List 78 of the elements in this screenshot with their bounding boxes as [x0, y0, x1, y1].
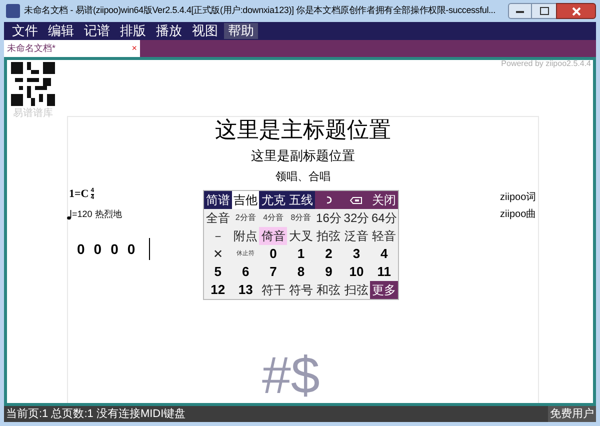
keypad-key[interactable]: 泛音 [342, 227, 370, 245]
mode-tab[interactable]: 五线 [287, 191, 315, 209]
close-button[interactable] [556, 3, 596, 19]
keypad-key[interactable]: 全音 [204, 209, 232, 227]
menu-item[interactable]: 编辑 [44, 23, 78, 39]
status-text: 当前页:1 总页数:1 没有连接MIDI键盘 [5, 406, 186, 422]
performers-text: 领唱、合唱 [276, 168, 330, 184]
menu-item[interactable]: 视图 [188, 23, 222, 39]
powered-by-text: Powered by ziipoo2.5.4.4 [501, 60, 591, 70]
mode-tab[interactable]: 简谱 [204, 191, 232, 209]
keypad-key[interactable]: 扫弦 [342, 281, 370, 299]
keypad-key[interactable]: 轻音 [370, 227, 398, 245]
app-icon [6, 4, 20, 18]
quarter-note-icon [67, 210, 72, 220]
keypad-key[interactable]: 和弦 [314, 281, 343, 299]
menu-item[interactable]: 排版 [116, 23, 150, 39]
keypad-key[interactable]: 8 [287, 263, 315, 281]
undo-icon [326, 196, 332, 204]
keypad-key[interactable]: 12 [204, 281, 232, 299]
minimize-button[interactable] [508, 3, 532, 19]
keypad-key[interactable]: 大叉 [287, 227, 315, 245]
note: 0 [110, 240, 118, 258]
keypad-key[interactable]: ✕ [204, 245, 232, 263]
keypad-key[interactable]: 13 [232, 281, 260, 299]
keypad-key[interactable]: 16分 [314, 209, 343, 227]
keypad-key[interactable]: 1 [287, 245, 315, 263]
maximize-button[interactable] [532, 3, 556, 19]
note: 0 [77, 240, 85, 258]
mode-tab[interactable]: 尤克 [259, 191, 288, 209]
note: 0 [94, 240, 102, 258]
keypad-key[interactable]: 2 [314, 245, 343, 263]
lyricist-text: ziipoo词 [500, 191, 536, 205]
score-title: 这里是主标题位置 [215, 117, 391, 145]
qr-code-icon [11, 62, 55, 106]
key-signature: 1=C [69, 187, 89, 202]
menu-item[interactable]: 帮助 [224, 23, 258, 39]
score-subtitle: 这里是副标题位置 [251, 148, 355, 166]
minimize-icon [516, 10, 524, 12]
backspace-icon [350, 196, 362, 204]
menu-item[interactable]: 播放 [152, 23, 186, 39]
keypad-key[interactable]: 4 [370, 245, 398, 263]
keypad-key[interactable]: 3 [342, 245, 370, 263]
menu-item[interactable]: 记谱 [80, 23, 114, 39]
keypad-key[interactable]: 符号 [287, 281, 315, 299]
keypad-key[interactable]: 符干 [259, 281, 288, 299]
background-logo: #$ [262, 350, 320, 402]
keypad-key[interactable]: 5 [204, 263, 232, 281]
keypad-key[interactable]: 8分音 [287, 209, 315, 227]
keypad-key[interactable]: 6 [232, 263, 260, 281]
keypad-key[interactable]: 32分 [342, 209, 370, 227]
keypad-key[interactable]: 2分音 [232, 209, 260, 227]
tab-close-button[interactable]: × [132, 42, 137, 56]
tempo-text: =120 热烈地 [72, 208, 122, 221]
keypad-key[interactable]: 更多 [370, 281, 398, 299]
bar-line [149, 238, 150, 260]
tab-label: 未命名文档* [7, 42, 56, 55]
keypad-key[interactable]: 附点 [232, 227, 260, 245]
close-keypad-button[interactable]: 关闭 [370, 191, 398, 209]
keypad-key[interactable]: 9 [314, 263, 343, 281]
keypad-key[interactable]: 7 [259, 263, 288, 281]
menu-item[interactable]: 文件 [8, 23, 42, 39]
document-tab[interactable]: 未命名文档* × [4, 40, 140, 57]
keypad-key[interactable]: 4分音 [259, 209, 288, 227]
keypad-key[interactable]: 倚音 [259, 227, 288, 245]
note: 0 [127, 240, 136, 258]
close-icon [572, 6, 580, 16]
composer-text: ziipoo曲 [500, 208, 536, 222]
keypad-key[interactable]: 11 [370, 263, 398, 281]
keypad-key[interactable]: － [204, 227, 232, 245]
keypad-key[interactable]: 拍弦 [314, 227, 343, 245]
undo-button[interactable] [314, 191, 343, 209]
window-title: 未命名文档 - 易谱(ziipoo)win64版Ver2.5.4.4[正式版(用户:downxia123)] 你是本文档原创作者拥有全部操作权限-successful... [24, 4, 496, 18]
maximize-icon [540, 7, 548, 15]
keypad-key[interactable]: 10 [342, 263, 370, 281]
mode-tab[interactable]: 吉他 [232, 191, 260, 209]
user-badge: 免费用户 [548, 406, 596, 422]
keypad-key[interactable]: 0 [259, 245, 288, 263]
keypad-key[interactable]: 64分 [370, 209, 398, 227]
